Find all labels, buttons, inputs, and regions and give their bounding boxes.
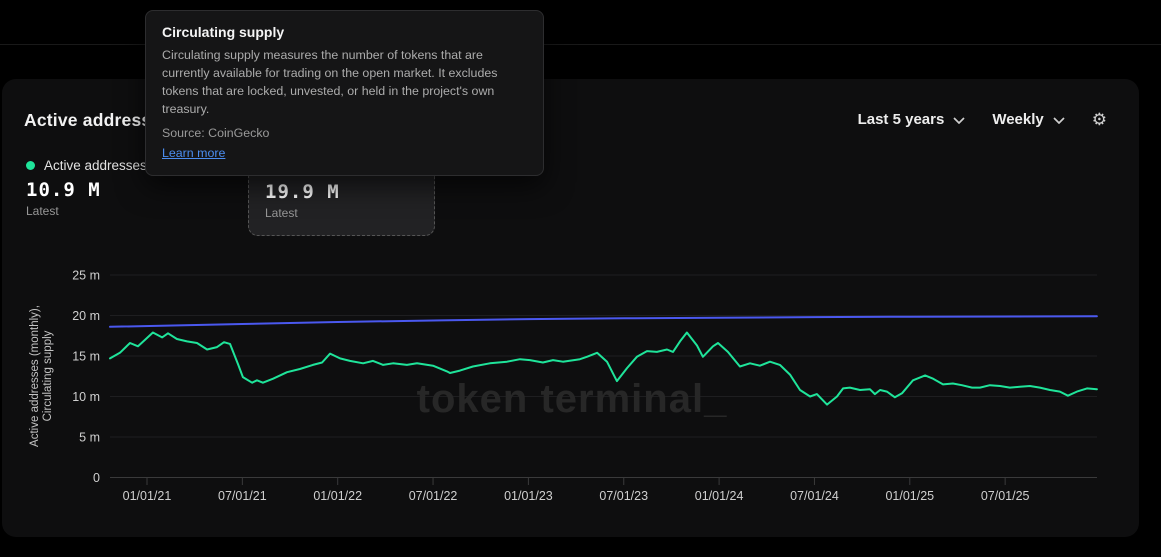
tooltip-source: Source: CoinGecko [162, 126, 527, 140]
x-tick-label: 07/01/25 [981, 489, 1030, 503]
x-tick-label: 07/01/24 [790, 489, 839, 503]
y-tick-label: 25 m [72, 269, 100, 283]
circulating-supply-tooltip: Circulating supply Circulating supply me… [145, 10, 544, 176]
y-tick-label: 20 m [72, 309, 100, 323]
x-tick-label: 01/01/21 [123, 489, 172, 503]
tooltip-body: Circulating supply measures the number o… [162, 47, 527, 119]
y-tick-label: 0 [93, 471, 100, 485]
watermark: token terminal_ [417, 377, 728, 421]
y-axis-title: Active addresses (monthly),Circulating s… [29, 305, 54, 447]
x-tick-label: 01/01/25 [885, 489, 934, 503]
y-tick-label: 15 m [72, 350, 100, 364]
x-tick-label: 07/01/22 [409, 489, 458, 503]
x-tick-label: 07/01/21 [218, 489, 267, 503]
x-tick-label: 07/01/23 [599, 489, 648, 503]
series-line [110, 316, 1097, 327]
tooltip-title: Circulating supply [162, 24, 527, 40]
x-tick-label: 01/01/24 [695, 489, 744, 503]
x-tick-label: 01/01/23 [504, 489, 553, 503]
learn-more-link[interactable]: Learn more [162, 146, 225, 160]
y-tick-label: 5 m [79, 431, 100, 445]
y-tick-label: 10 m [72, 390, 100, 404]
x-tick-label: 01/01/22 [313, 489, 362, 503]
